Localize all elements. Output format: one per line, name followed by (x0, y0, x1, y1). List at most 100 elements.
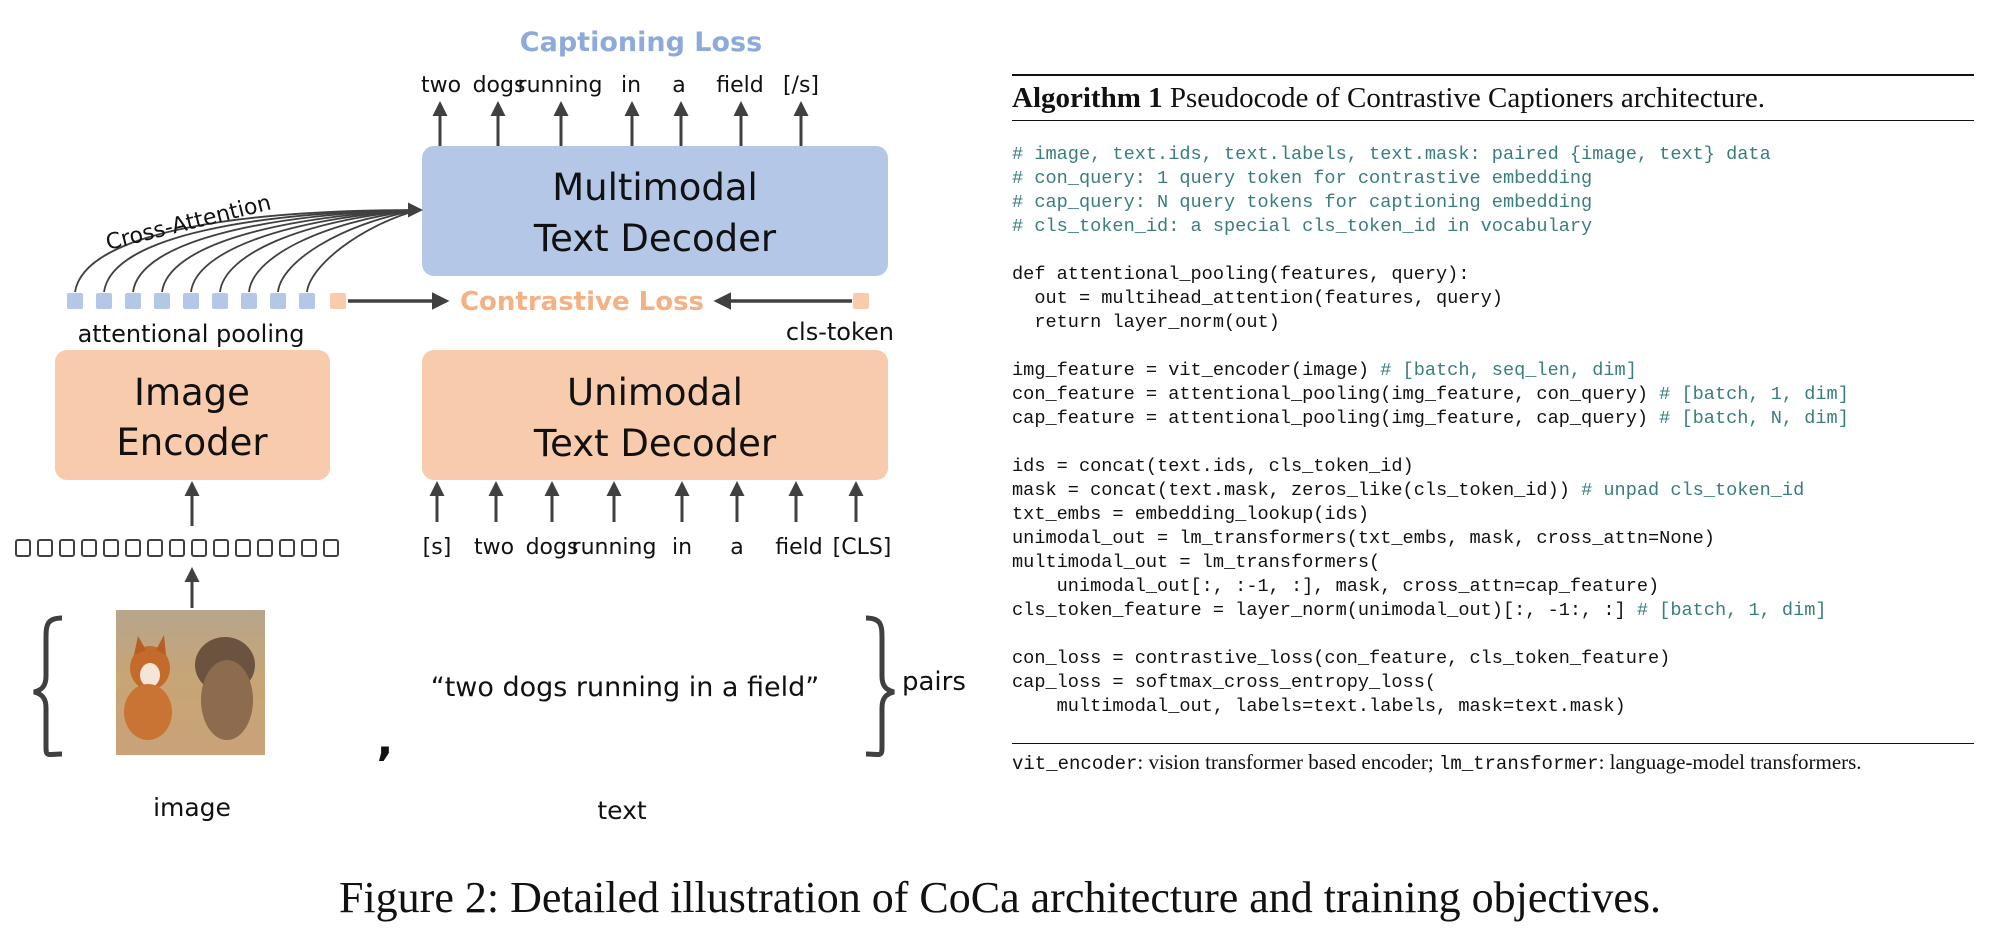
patch-token (147, 539, 163, 557)
code-text: cap_feature = attentional_pooling(img_fe… (1012, 408, 1660, 429)
contrastive-pooling-token (330, 293, 346, 309)
code-text: multimodal_out, labels=text.labels, mask… (1012, 696, 1626, 717)
patch-token (213, 539, 229, 557)
code-line: ids = concat(text.ids, cls_token_id) (1012, 455, 1974, 479)
algorithm-title: Pseudocode of Contrastive Captioners arc… (1169, 82, 1765, 114)
output-token: in (621, 73, 641, 98)
patch-token (191, 539, 207, 557)
pooling-token (270, 293, 286, 309)
code-text: out = multihead_attention(features, quer… (1012, 288, 1503, 309)
patch-token (235, 539, 251, 557)
left-brace (33, 615, 63, 758)
code-line: cap_loss = softmax_cross_entropy_loss( (1012, 671, 1974, 695)
contrastive-loss-label: Contrastive Loss (460, 287, 704, 317)
pooling-token (154, 293, 170, 309)
input-token: [s] (423, 535, 452, 560)
cls-token-square (853, 293, 869, 309)
code-line: txt_embs = embedding_lookup(ids) (1012, 503, 1974, 527)
patch-token (37, 539, 53, 557)
patch-token (301, 539, 317, 557)
code-line: out = multihead_attention(features, quer… (1012, 287, 1974, 311)
pooling-token (96, 293, 112, 309)
code-line: cls_token_feature = layer_norm(unimodal_… (1012, 599, 1974, 623)
image-patch-tokens (15, 539, 339, 557)
captioning-loss-label: Captioning Loss (520, 27, 762, 58)
output-arrows (432, 101, 809, 146)
code-comment: # cls_token_id: a special cls_token_id i… (1012, 216, 1593, 237)
input-token: [CLS] (833, 535, 892, 560)
pooling-token (67, 293, 83, 309)
code-line: return layer_norm(out) (1012, 311, 1974, 335)
image-encoder-line2: Encoder (116, 421, 268, 464)
code-text: con_feature = attentional_pooling(img_fe… (1012, 384, 1660, 405)
pooling-token (125, 293, 141, 309)
footnote-term-lm: lm_transformer (1438, 753, 1599, 775)
code-comment: # [batch, seq_len, dim] (1380, 360, 1637, 381)
algorithm-block: Algorithm 1 Pseudocode of Contrastive Ca… (1012, 74, 1974, 775)
output-token: running (518, 73, 603, 98)
patch-token (257, 539, 273, 557)
input-token: a (730, 535, 743, 560)
unimodal-decoder-line1: Unimodal (567, 371, 743, 414)
code-text: def attentional_pooling(features, query)… (1012, 264, 1470, 285)
code-line: # image, text.ids, text.labels, text.mas… (1012, 143, 1974, 167)
output-tokens: two dogs running in a field [/s] (421, 73, 819, 98)
dog-image (116, 610, 265, 755)
output-token: field (716, 73, 763, 98)
code-line: # cap_query: N query tokens for captioni… (1012, 191, 1974, 215)
attentional-pooling-label: attentional pooling (78, 320, 305, 348)
pooling-token (299, 293, 315, 309)
code-comment: # cap_query: N query tokens for captioni… (1012, 192, 1593, 213)
input-token: running (572, 535, 657, 560)
code-comment: # image, text.ids, text.labels, text.mas… (1012, 144, 1771, 165)
pooling-token (183, 293, 199, 309)
code-text: img_feature = vit_encoder(image) (1012, 360, 1381, 381)
code-line: unimodal_out = lm_transformers(txt_embs,… (1012, 527, 1974, 551)
input-token: dogs (526, 535, 579, 560)
image-label: image (153, 793, 231, 822)
unimodal-decoder-line2: Text Decoder (533, 422, 777, 465)
text-label: text (597, 796, 647, 825)
patch-token (125, 539, 141, 557)
image-encoder-line1: Image (134, 371, 250, 414)
code-text: multimodal_out = lm_transformers( (1012, 552, 1381, 573)
cross-attention-label: Cross-Attention (103, 191, 273, 256)
cls-token-label: cls-token (786, 318, 894, 346)
code-comment: # [batch, N, dim] (1659, 408, 1849, 429)
code-line: unimodal_out[:, :-1, :], mask, cross_att… (1012, 575, 1974, 599)
code-text: return layer_norm(out) (1012, 312, 1280, 333)
code-comment: # [batch, 1, dim] (1659, 384, 1849, 405)
code-text: unimodal_out[:, :-1, :], mask, cross_att… (1012, 576, 1660, 597)
pseudocode: # image, text.ids, text.labels, text.mas… (1012, 143, 1974, 719)
footnote-text: : language-model transformers. (1598, 750, 1862, 774)
code-line: multimodal_out = lm_transformers( (1012, 551, 1974, 575)
code-line: multimodal_out, labels=text.labels, mask… (1012, 695, 1974, 719)
code-line: con_loss = contrastive_loss(con_feature,… (1012, 647, 1974, 671)
code-line: cap_feature = attentional_pooling(img_fe… (1012, 407, 1974, 431)
input-token: field (775, 535, 822, 560)
pairs-label: pairs (902, 667, 966, 697)
patch-token (323, 539, 339, 557)
code-line: con_feature = attentional_pooling(img_fe… (1012, 383, 1974, 407)
patch-token (103, 539, 119, 557)
code-text: mask = concat(text.mask, zeros_like(cls_… (1012, 480, 1582, 501)
patch-token (81, 539, 97, 557)
code-text: ids = concat(text.ids, cls_token_id) (1012, 456, 1414, 477)
code-line: mask = concat(text.mask, zeros_like(cls_… (1012, 479, 1974, 503)
code-text: unimodal_out = lm_transformers(txt_embs,… (1012, 528, 1715, 549)
code-line: # cls_token_id: a special cls_token_id i… (1012, 215, 1974, 239)
code-text: cap_loss = softmax_cross_entropy_loss( (1012, 672, 1437, 693)
code-line: img_feature = vit_encoder(image) # [batc… (1012, 359, 1974, 383)
coca-architecture-diagram: Captioning Loss two dogs running in a fi… (15, 27, 966, 825)
patch-token (169, 539, 185, 557)
right-brace (865, 615, 895, 758)
pooling-token (241, 293, 257, 309)
patch-token (15, 539, 31, 557)
footnote-term-vit: vit_encoder (1012, 753, 1138, 775)
input-arrows (429, 481, 864, 522)
figure-caption: Figure 2: Detailed illustration of CoCa … (338, 873, 1662, 922)
code-line: def attentional_pooling(features, query)… (1012, 263, 1974, 287)
